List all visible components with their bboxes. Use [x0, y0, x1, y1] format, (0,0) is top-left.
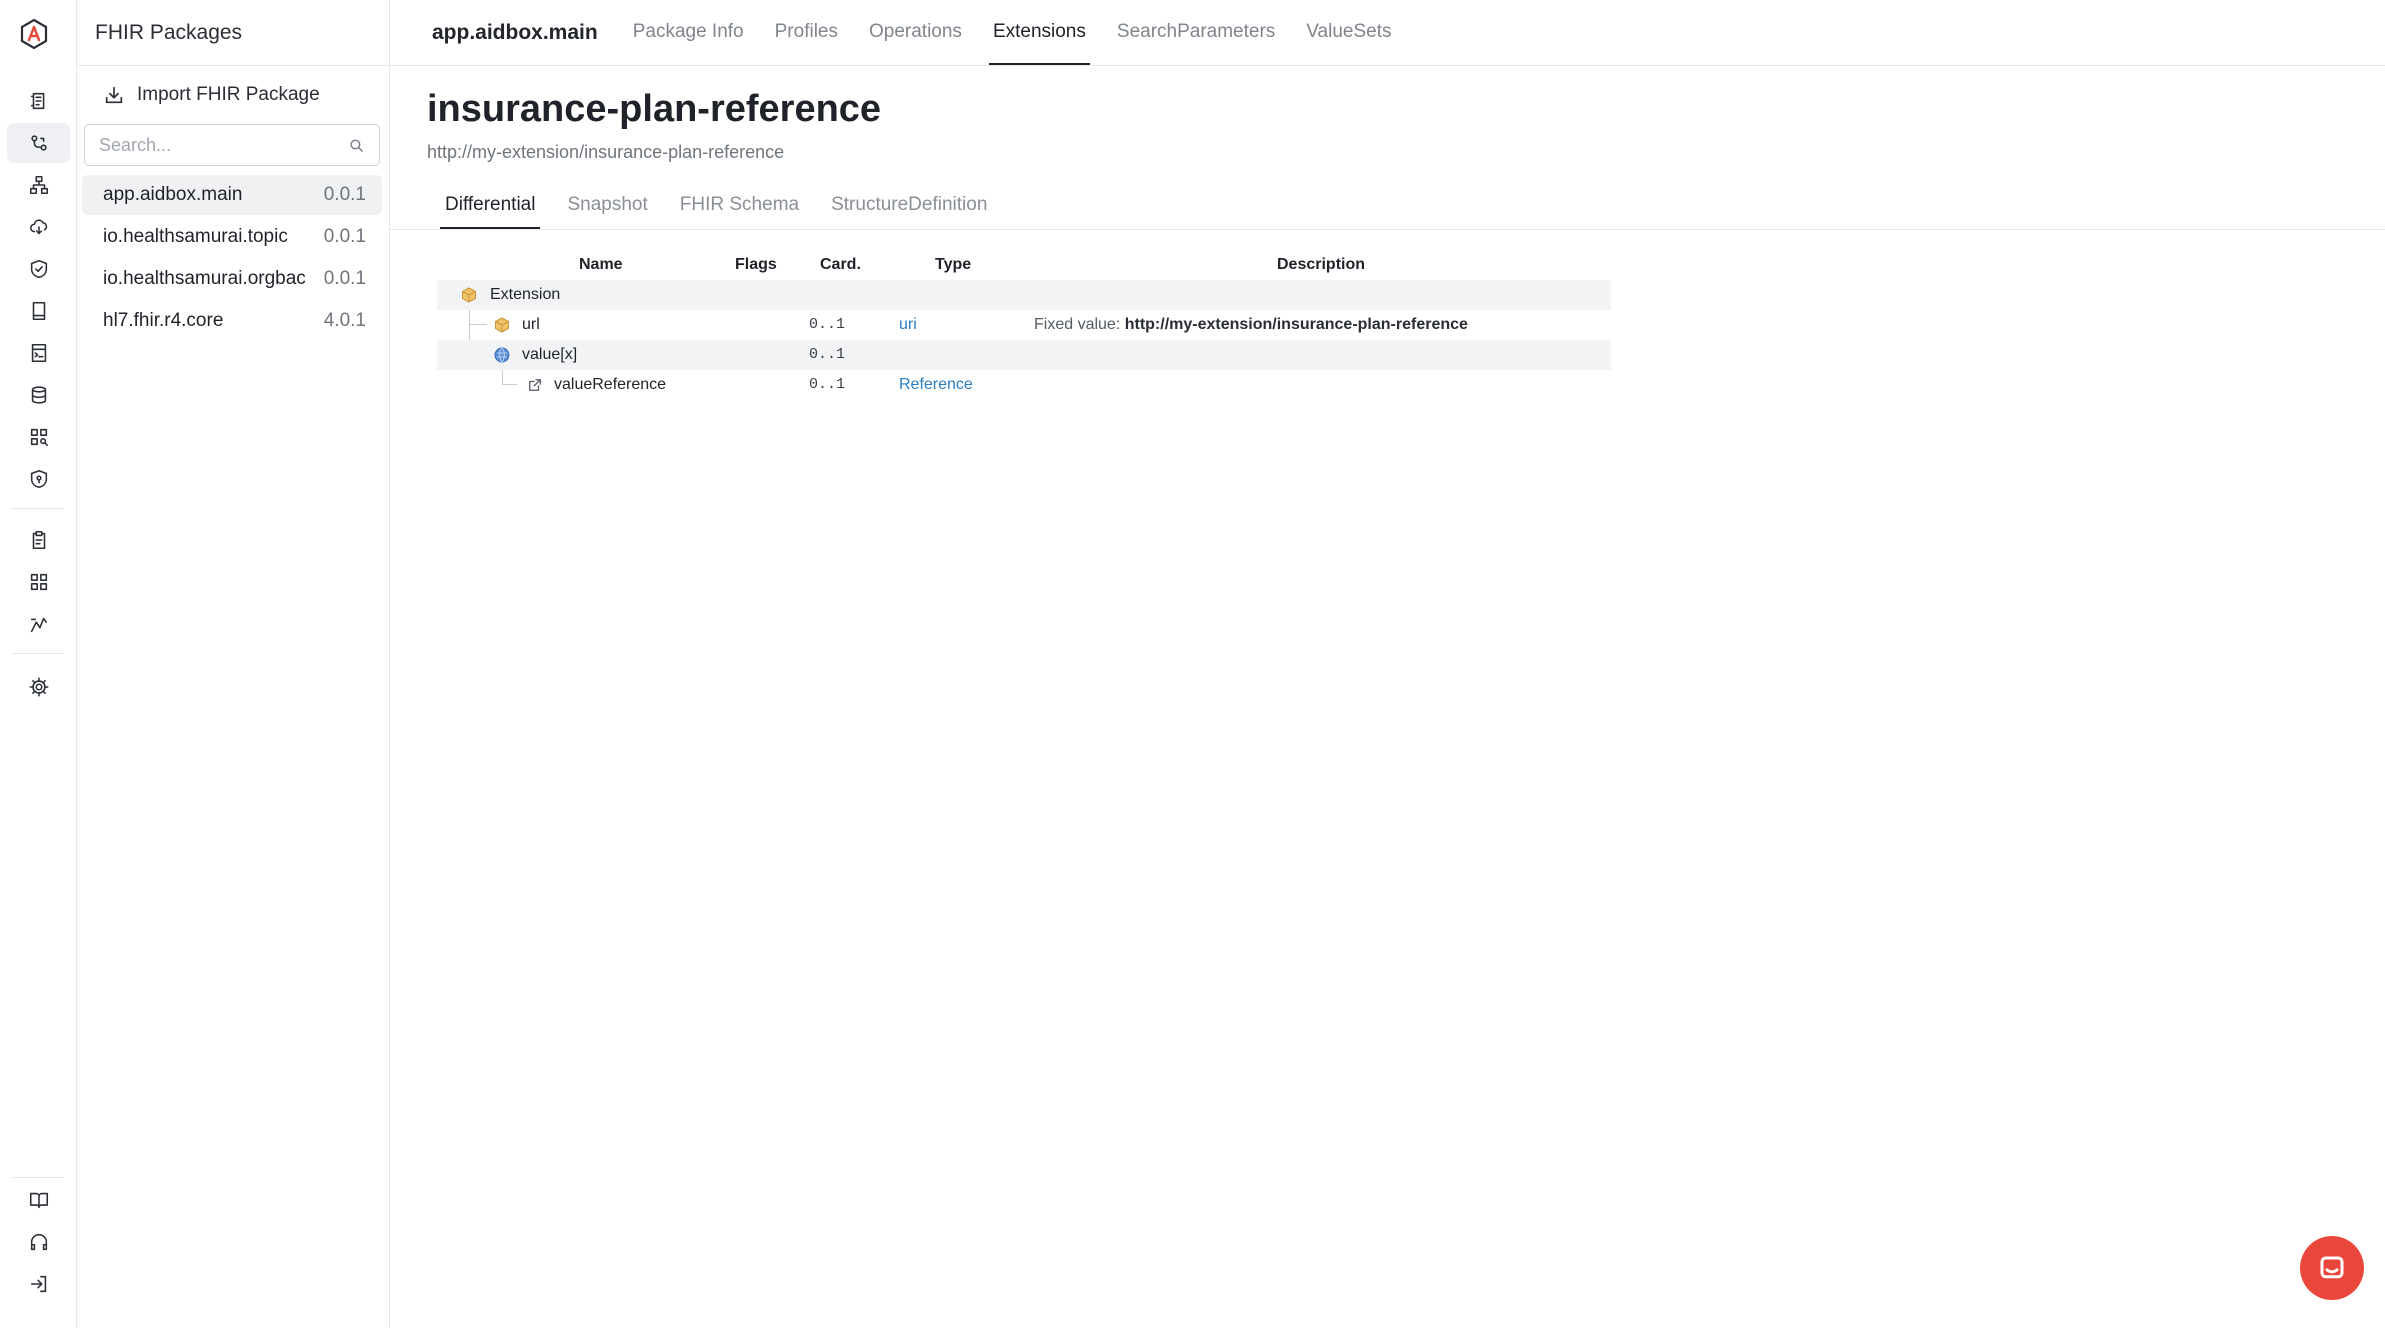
tab-profiles[interactable]: Profiles — [771, 0, 842, 65]
element-name: Extension — [490, 286, 561, 303]
tab-package-info[interactable]: Package Info — [629, 0, 748, 65]
hierarchy-icon[interactable] — [7, 165, 70, 205]
extension-url: http://my-extension/insurance-plan-refer… — [427, 142, 785, 162]
header-description: Description — [1277, 256, 1366, 273]
cloud-sync-icon[interactable] — [7, 207, 70, 247]
chat-button[interactable] — [2300, 1236, 2364, 1300]
security-shield-icon[interactable] — [7, 459, 70, 499]
package-item-app-aidbox-main[interactable]: app.aidbox.main 0.0.1 — [82, 175, 382, 215]
table-row: value[x] 0..1 — [437, 340, 1611, 370]
header-type: Type — [935, 256, 972, 273]
package-version: 0.0.1 — [323, 226, 366, 247]
element-name: url — [522, 316, 540, 333]
table-row: url 0..1 uri Fixed value: http://my-exte… — [437, 310, 1611, 340]
external-link-icon — [529, 379, 541, 391]
table-header: Name Flags Card. Type Description — [437, 252, 1611, 280]
package-version: 4.0.1 — [323, 310, 366, 331]
tab-fhir-schema[interactable]: FHIR Schema — [675, 183, 804, 229]
element-cube-icon — [462, 287, 476, 303]
element-name: valueReference — [554, 376, 667, 393]
header-name: Name — [579, 256, 623, 273]
differential-table: Name Flags Card. Type Description Extens… — [437, 252, 1611, 400]
terminal-notebook-icon[interactable] — [7, 333, 70, 373]
tab-snapshot[interactable]: Snapshot — [562, 183, 652, 229]
choice-type-icon — [494, 347, 510, 363]
element-cardinality: 0..1 — [809, 346, 846, 363]
package-name: hl7.fhir.r4.core — [103, 310, 224, 331]
element-cube-icon — [495, 317, 509, 333]
page-title: insurance-plan-reference — [427, 88, 882, 130]
tab-search-parameters[interactable]: SearchParameters — [1113, 0, 1279, 65]
clipboard-icon[interactable] — [7, 520, 70, 560]
logout-icon[interactable] — [7, 1264, 70, 1304]
packages-icon[interactable] — [7, 123, 70, 163]
activity-icon[interactable] — [7, 604, 70, 644]
header-flags: Flags — [735, 256, 777, 273]
package-tabs: app.aidbox.main Package Info Profiles Op… — [390, 0, 2385, 66]
icon-rail — [0, 0, 77, 1328]
tab-value-sets[interactable]: ValueSets — [1302, 0, 1395, 65]
package-version: 0.0.1 — [323, 268, 366, 289]
package-name: io.healthsamurai.topic — [103, 226, 288, 247]
fixed-value-label: Fixed value: — [1034, 316, 1125, 333]
element-cardinality: 0..1 — [809, 316, 846, 333]
package-item-hl7-fhir-r4-core[interactable]: hl7.fhir.r4.core 4.0.1 — [82, 301, 382, 341]
tab-operations[interactable]: Operations — [865, 0, 966, 65]
type-link-uri[interactable]: uri — [899, 316, 917, 334]
download-icon — [105, 86, 123, 104]
tab-structure-definition[interactable]: StructureDefinition — [826, 183, 992, 229]
package-item-io-healthsamurai-orgbac[interactable]: io.healthsamurai.orgbac 0.0.1 — [82, 259, 382, 299]
package-search[interactable] — [84, 124, 380, 166]
grid-icon[interactable] — [7, 562, 70, 602]
settings-icon[interactable] — [7, 667, 70, 707]
shield-check-icon[interactable] — [7, 249, 70, 289]
type-link-reference[interactable]: Reference — [899, 376, 973, 394]
notebook-icon[interactable] — [7, 291, 70, 331]
element-description: Fixed value: http://my-extension/insuran… — [1034, 316, 1468, 334]
table-row: Extension — [437, 280, 1611, 310]
package-sidebar: FHIR Packages Import FHIR Package app.ai… — [77, 0, 390, 1328]
element-cardinality: 0..1 — [809, 376, 846, 393]
package-name: app.aidbox.main — [103, 184, 243, 205]
tab-differential[interactable]: Differential — [440, 183, 541, 229]
view-tabs: Differential Snapshot FHIR Schema Struct… — [390, 183, 2385, 230]
aidbox-logo-icon[interactable] — [18, 18, 50, 50]
package-item-io-healthsamurai-topic[interactable]: io.healthsamurai.topic 0.0.1 — [82, 217, 382, 257]
support-headphones-icon[interactable] — [7, 1222, 70, 1262]
current-package-name: app.aidbox.main — [432, 20, 598, 44]
extension-detail: insurance-plan-reference http://my-exten… — [390, 66, 2385, 1328]
resources-icon[interactable] — [7, 81, 70, 121]
package-name: io.healthsamurai.orgbac — [103, 268, 306, 289]
table-row: valueReference 0..1 Reference — [437, 370, 1611, 400]
tab-extensions[interactable]: Extensions — [988, 0, 1090, 65]
import-package-button[interactable]: Import FHIR Package — [103, 80, 320, 110]
fixed-value: http://my-extension/insurance-plan-refer… — [1124, 316, 1468, 333]
header-card: Card. — [820, 256, 861, 273]
search-input[interactable] — [99, 134, 348, 156]
apps-search-icon[interactable] — [7, 417, 70, 457]
docs-book-icon[interactable] — [7, 1180, 70, 1220]
import-package-label: Import FHIR Package — [137, 84, 320, 105]
search-icon — [350, 138, 363, 152]
package-version: 0.0.1 — [323, 184, 366, 205]
element-name: value[x] — [522, 346, 578, 363]
database-icon[interactable] — [7, 375, 70, 415]
package-list: app.aidbox.main 0.0.1 io.healthsamurai.t… — [82, 175, 382, 343]
chat-icon — [2320, 1256, 2344, 1279]
sidebar-title: FHIR Packages — [77, 0, 389, 66]
